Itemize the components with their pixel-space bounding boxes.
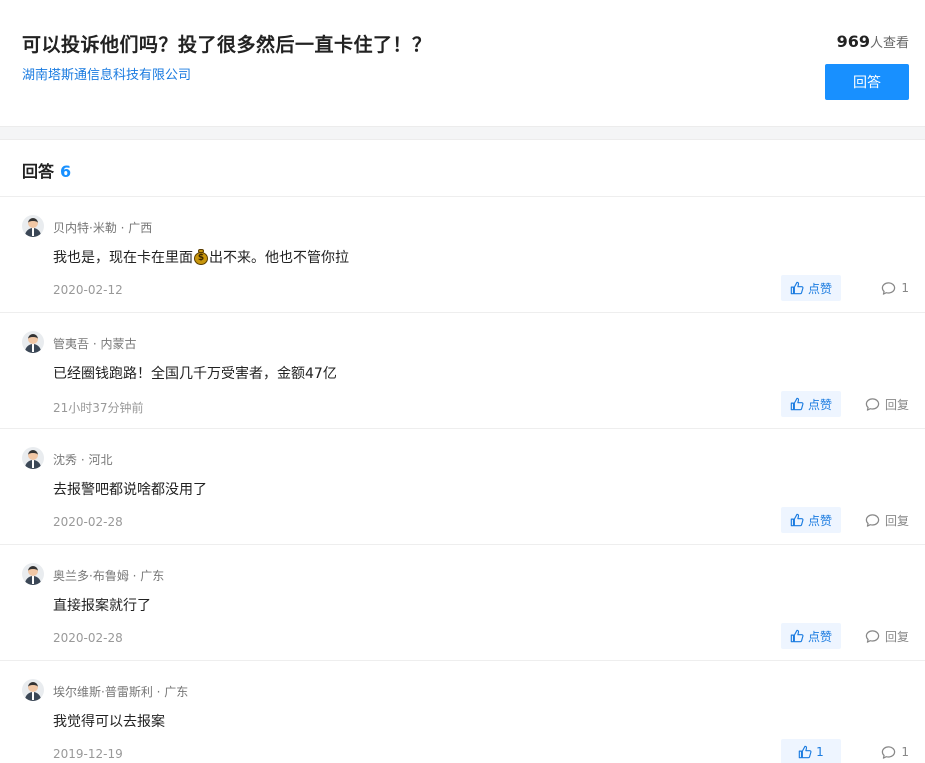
question-title: 可以投诉他们吗？投了很多然后一直卡住了！？ bbox=[22, 34, 432, 56]
answers-header-label: 回答 bbox=[22, 162, 55, 181]
comment-bubble-icon bbox=[865, 629, 880, 643]
answer-content-part: 我也是，现在卡在里面 bbox=[53, 250, 193, 266]
like-button[interactable]: 1 bbox=[781, 739, 841, 763]
reply-label: 1 bbox=[901, 745, 909, 759]
view-count-number: 969 bbox=[836, 32, 870, 51]
answer-date: 2020-02-28 bbox=[53, 515, 123, 529]
reply-label: 回复 bbox=[884, 397, 909, 412]
question-header: 可以投诉他们吗？投了很多然后一直卡住了！？ 湖南塔斯通信息科技有限公司 969人… bbox=[0, 0, 925, 126]
answer-content: 去报警吧都说啥都没用了 bbox=[53, 482, 207, 498]
answer-content: 我觉得可以去报案 bbox=[53, 714, 165, 730]
reply-button[interactable]: 回复 bbox=[853, 507, 909, 533]
answer-item: 埃尔维斯·普雷斯利 · 广东 我觉得可以去报案 2019-12-19 1 1 bbox=[0, 661, 925, 763]
answer-date: 21小时37分钟前 bbox=[53, 401, 144, 415]
answer-user[interactable]: 奥兰多·布鲁姆 · 广东 bbox=[53, 567, 164, 584]
thumbs-up-icon bbox=[790, 629, 804, 643]
reply-button[interactable]: 回复 bbox=[853, 391, 909, 417]
like-button[interactable]: 点赞 bbox=[781, 275, 841, 301]
like-label: 1 bbox=[816, 745, 824, 759]
answer-user[interactable]: 贝内特·米勒 · 广西 bbox=[53, 219, 152, 236]
user-avatar-icon[interactable] bbox=[22, 215, 44, 237]
like-label: 点赞 bbox=[807, 629, 832, 644]
reply-button[interactable]: 1 bbox=[853, 275, 909, 301]
answer-user[interactable]: 埃尔维斯·普雷斯利 · 广东 bbox=[53, 683, 188, 700]
like-button[interactable]: 点赞 bbox=[781, 507, 841, 533]
answer-content: 直接报案就行了 bbox=[53, 598, 151, 614]
user-avatar-icon[interactable] bbox=[22, 563, 44, 585]
section-divider bbox=[0, 126, 925, 140]
like-label: 点赞 bbox=[807, 281, 832, 296]
answer-content: 我也是，现在卡在里面 $ 出不来。他也不管你拉 bbox=[53, 247, 349, 267]
like-button[interactable]: 点赞 bbox=[781, 623, 841, 649]
user-avatar-icon[interactable] bbox=[22, 679, 44, 701]
thumbs-up-icon bbox=[798, 745, 812, 759]
user-avatar-icon[interactable] bbox=[22, 331, 44, 353]
comment-bubble-icon bbox=[865, 513, 880, 527]
comment-bubble-icon bbox=[882, 281, 896, 295]
like-button[interactable]: 点赞 bbox=[781, 391, 841, 417]
answer-user[interactable]: 管夷吾 · 内蒙古 bbox=[53, 335, 136, 352]
reply-label: 1 bbox=[901, 281, 909, 295]
reply-button[interactable]: 1 bbox=[853, 739, 909, 763]
view-count-suffix: 人查看 bbox=[869, 36, 909, 51]
answer-item: 管夷吾 · 内蒙古 已经圈钱跑路！全国几千万受害者，金额47亿 21小时37分钟… bbox=[0, 313, 925, 429]
money-bag-icon: $ bbox=[194, 249, 208, 265]
like-label: 点赞 bbox=[807, 397, 832, 412]
view-count: 969人查看 bbox=[837, 32, 909, 51]
answer-date: 2019-12-19 bbox=[53, 747, 123, 761]
answer-date: 2020-02-28 bbox=[53, 631, 123, 645]
company-link[interactable]: 湖南塔斯通信息科技有限公司 bbox=[22, 64, 191, 83]
thumbs-up-icon bbox=[790, 397, 804, 411]
thumbs-up-icon bbox=[790, 281, 804, 295]
answers-count: 6 bbox=[60, 162, 72, 181]
reply-button[interactable]: 回复 bbox=[853, 623, 909, 649]
reply-label: 回复 bbox=[884, 629, 909, 644]
answer-item: 贝内特·米勒 · 广西 我也是，现在卡在里面 $ 出不来。他也不管你拉 2020… bbox=[0, 197, 925, 313]
comment-bubble-icon bbox=[882, 745, 896, 759]
like-label: 点赞 bbox=[807, 513, 832, 528]
answer-item: 奥兰多·布鲁姆 · 广东 直接报案就行了 2020-02-28 点赞 回复 bbox=[0, 545, 925, 661]
comment-bubble-icon bbox=[865, 397, 880, 411]
answer-content-part: 出不来。他也不管你拉 bbox=[209, 250, 349, 266]
answer-content: 已经圈钱跑路！全国几千万受害者，金额47亿 bbox=[53, 366, 337, 382]
answer-date: 2020-02-12 bbox=[53, 283, 123, 297]
answer-button[interactable]: 回答 bbox=[825, 64, 909, 100]
reply-label: 回复 bbox=[884, 513, 909, 528]
answer-item: 沈秀 · 河北 去报警吧都说啥都没用了 2020-02-28 点赞 回复 bbox=[0, 429, 925, 545]
answer-user[interactable]: 沈秀 · 河北 bbox=[53, 451, 112, 468]
thumbs-up-icon bbox=[790, 513, 804, 527]
user-avatar-icon[interactable] bbox=[22, 447, 44, 469]
answers-header: 回答 6 bbox=[22, 158, 71, 182]
